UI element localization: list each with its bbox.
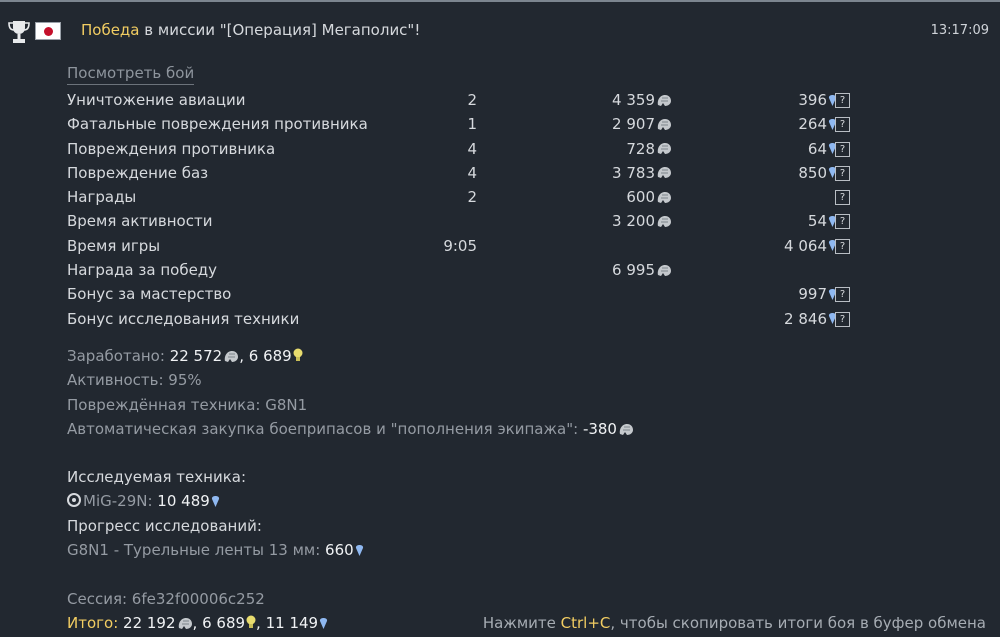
earned-line: Заработано: 22 572, 6 689 bbox=[67, 347, 303, 365]
stats-row: Награды 2 600? bbox=[67, 185, 867, 209]
stat-name: Время игры bbox=[67, 236, 161, 255]
view-battle-link[interactable]: Посмотреть бой bbox=[67, 64, 195, 85]
copy-hint: Нажмите Ctrl+C, чтобы скопировать итоги … bbox=[482, 614, 986, 632]
stat-research-points: 850 bbox=[798, 161, 837, 185]
help-icon[interactable]: ? bbox=[835, 165, 850, 181]
stat-name: Фатальные повреждения противника bbox=[67, 115, 368, 134]
stats-row: Уничтожение авиации 2 4 359 396? bbox=[67, 88, 867, 112]
help-icon[interactable]: ? bbox=[835, 190, 850, 206]
stat-count: 9:05 bbox=[443, 236, 477, 255]
stats-row: Награда за победу 6 995 bbox=[67, 258, 867, 282]
silver-lions-icon bbox=[657, 264, 671, 276]
help-icon[interactable]: ? bbox=[835, 117, 850, 133]
research-points-icon bbox=[320, 617, 328, 629]
stat-name: Время активности bbox=[67, 212, 213, 231]
silver-lions-icon bbox=[657, 215, 671, 227]
stat-silver-lions: 600 bbox=[626, 185, 672, 209]
stats-table: Уничтожение авиации 2 4 359 396? Фатальные п… bbox=[67, 88, 867, 331]
help-icon[interactable]: ? bbox=[835, 141, 850, 157]
research-points-icon bbox=[355, 544, 363, 556]
stat-research-points: 4 064 bbox=[784, 234, 837, 258]
stat-name: Повреждения противника bbox=[67, 139, 276, 158]
autobuy-value: -380 bbox=[582, 420, 617, 438]
stat-research-points: 997 bbox=[798, 282, 837, 306]
total-rp: 11 149 bbox=[265, 614, 319, 632]
research-vehicle-rp: 10 489 bbox=[157, 492, 210, 510]
stat-silver-lions: 3 783 bbox=[612, 161, 672, 185]
help-icon[interactable]: ? bbox=[835, 93, 850, 108]
stat-count: 4 bbox=[467, 163, 477, 182]
damaged-vehicle-line: Повреждённая техника: G8N1 bbox=[67, 396, 308, 414]
battle-title: Победа в миссии "[Операция] Мегаполис"! bbox=[81, 21, 420, 39]
stats-row: Фатальные повреждения противника 1 2 907 26… bbox=[67, 112, 867, 136]
progress-heading: Прогресс исследований: bbox=[67, 517, 262, 535]
stat-research-points: 264 bbox=[798, 112, 837, 136]
battle-header: Победа в миссии "[Операция] Мегаполис"! … bbox=[0, 14, 1000, 44]
research-vehicle-line: MiG-29N: 10 489 bbox=[67, 492, 220, 510]
research-target-icon bbox=[67, 493, 81, 507]
silver-lions-icon bbox=[178, 617, 192, 629]
silver-lions-icon bbox=[657, 143, 671, 155]
stats-row: Бонус исследования техники 2 846? bbox=[67, 307, 867, 331]
stat-research-points: 396 bbox=[798, 88, 837, 112]
autobuy-line: Автоматическая закупка боеприпасов и "по… bbox=[67, 420, 634, 438]
stats-row: Время игры 9:05 4 064? bbox=[67, 234, 867, 258]
stat-silver-lions: 728 bbox=[626, 137, 672, 161]
stat-silver-lions: 2 907 bbox=[612, 112, 672, 136]
silver-lions-icon bbox=[619, 423, 633, 435]
stat-name: Уничтожение авиации bbox=[67, 91, 246, 109]
help-icon[interactable]: ? bbox=[835, 214, 850, 230]
convertible-rp-icon bbox=[246, 615, 256, 628]
earned-crp: 6 689 bbox=[248, 347, 292, 365]
silver-lions-icon bbox=[657, 94, 671, 106]
mission-name: в миссии "[Операция] Мегаполис"! bbox=[144, 21, 421, 39]
stat-silver-lions: 4 359 bbox=[612, 88, 672, 112]
convertible-rp-icon bbox=[293, 348, 303, 361]
japan-flag-icon bbox=[35, 22, 61, 40]
battle-time: 13:17:09 bbox=[930, 23, 989, 38]
stat-name: Повреждение баз bbox=[67, 163, 209, 182]
silver-lions-icon bbox=[657, 167, 671, 179]
stat-research-points: 54 bbox=[808, 209, 837, 233]
help-icon[interactable]: ? bbox=[835, 287, 850, 303]
help-icon[interactable]: ? bbox=[835, 311, 850, 327]
silver-lions-icon bbox=[657, 118, 671, 130]
progress-line: G8N1 - Турельные ленты 13 мм: 660 bbox=[67, 541, 364, 559]
stat-count: 2 bbox=[467, 188, 477, 207]
stats-row: Повреждения противника 4 728 64? bbox=[67, 137, 867, 161]
stat-name: Награды bbox=[67, 188, 137, 207]
stat-count: 2 bbox=[467, 91, 477, 109]
total-line: Итого: 22 192, 6 689, 11 149 bbox=[67, 614, 328, 632]
top-divider bbox=[0, 0, 1000, 2]
trophy-icon bbox=[8, 21, 30, 43]
stat-silver-lions: 6 995 bbox=[612, 258, 672, 282]
stat-count: 4 bbox=[467, 139, 477, 158]
stat-silver-lions: 3 200 bbox=[612, 209, 672, 233]
stat-name: Бонус исследования техники bbox=[67, 309, 300, 328]
activity-line: Активность: 95% bbox=[67, 371, 202, 389]
progress-rp: 660 bbox=[325, 541, 354, 559]
research-vehicle: MiG-29N: bbox=[83, 492, 153, 510]
stat-research-points: 64 bbox=[808, 137, 837, 161]
stats-row: Бонус за мастерство 997? bbox=[67, 282, 867, 306]
stat-name: Бонус за мастерство bbox=[67, 285, 232, 304]
stats-row: Повреждение баз 4 3 783 850? bbox=[67, 161, 867, 185]
stat-name: Награда за победу bbox=[67, 261, 218, 280]
copy-shortcut: Ctrl+C bbox=[560, 614, 611, 632]
total-crp: 6 689 bbox=[202, 614, 246, 632]
silver-lions-icon bbox=[225, 350, 239, 362]
stats-row: Время активности 3 200 54? bbox=[67, 209, 867, 233]
total-sl: 22 192 bbox=[123, 614, 176, 632]
earned-sl: 22 572 bbox=[169, 347, 223, 365]
stat-research-points: 2 846 bbox=[784, 307, 837, 331]
research-heading: Исследуемая техника: bbox=[67, 468, 247, 486]
research-points-icon bbox=[211, 495, 219, 507]
help-icon[interactable]: ? bbox=[835, 238, 850, 254]
session-id: Сессия: 6fe32f00006c252 bbox=[67, 590, 265, 608]
victory-word: Победа bbox=[81, 21, 140, 39]
silver-lions-icon bbox=[657, 191, 671, 203]
stat-count: 1 bbox=[467, 115, 477, 134]
